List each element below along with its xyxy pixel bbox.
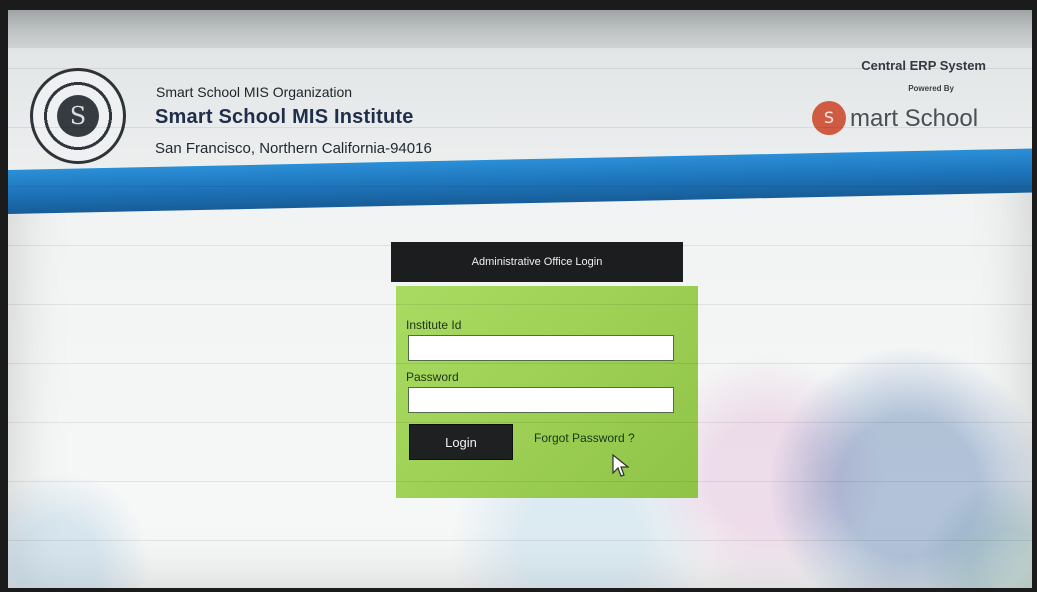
institute-id-input[interactable] <box>408 335 674 361</box>
login-panel: Administrative Office Login Institute Id… <box>388 234 702 504</box>
institute-id-label: Institute Id <box>406 318 462 332</box>
login-panel-title: Administrative Office Login <box>391 242 683 282</box>
password-input[interactable] <box>408 387 674 413</box>
erp-system-title: Central ERP System <box>861 58 986 73</box>
school-seal-mark: S <box>57 95 99 137</box>
login-form: Institute Id Password Login Forgot Passw… <box>396 286 698 498</box>
password-label: Password <box>406 370 459 384</box>
powered-by-label: Powered By <box>908 84 954 93</box>
mouse-pointer-icon <box>612 454 629 477</box>
forgot-password-link[interactable]: Forgot Password ? <box>534 431 635 445</box>
brand-logo-text: mart School <box>850 105 979 132</box>
school-seal-icon: S <box>30 68 126 164</box>
login-button[interactable]: Login <box>409 424 513 460</box>
institute-address: San Francisco, Northern California-94016 <box>155 140 432 157</box>
app-screenshot: S Smart School MIS Organization Smart Sc… <box>8 10 1032 588</box>
institute-name: Smart School MIS Institute <box>155 106 414 128</box>
smart-school-logo-icon: S <box>812 101 846 135</box>
browser-chrome <box>8 10 1032 48</box>
organization-name: Smart School MIS Organization <box>156 84 353 100</box>
brand-logo: S mart School <box>812 100 1022 136</box>
